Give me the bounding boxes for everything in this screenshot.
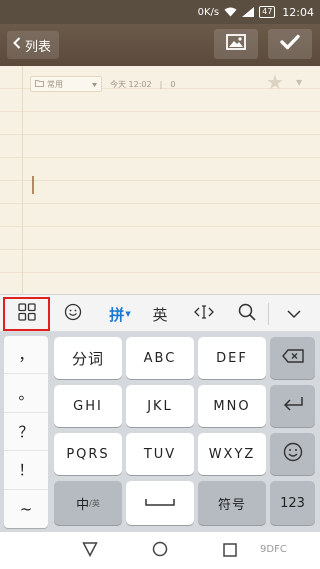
caret-down-icon: ▼	[125, 310, 131, 318]
word-count: 0	[170, 79, 176, 89]
emoji-button[interactable]	[54, 295, 92, 333]
enter-key[interactable]	[270, 385, 315, 427]
collapse-icon	[287, 305, 301, 323]
symbol-key-exclaim[interactable]: ！	[4, 451, 48, 490]
symbol-column: ， 。 ？ ！ ~	[4, 336, 48, 528]
key-mno[interactable]: MNO	[198, 385, 266, 427]
english-label: 英	[152, 305, 168, 324]
save-button[interactable]	[268, 29, 312, 59]
insert-image-button[interactable]	[214, 29, 258, 59]
triangle-back-icon	[82, 541, 98, 561]
key-ghi[interactable]: GHI	[54, 385, 122, 427]
space-icon	[145, 496, 175, 511]
options-chevron-icon[interactable]: ▼	[296, 78, 302, 87]
key-jkl[interactable]: JKL	[126, 385, 194, 427]
backspace-icon	[281, 349, 304, 367]
chevron-left-icon	[13, 37, 21, 53]
ime-toolbar: 拼 ▼ 英	[0, 294, 320, 332]
backspace-key[interactable]	[270, 337, 315, 379]
emoji-icon	[64, 303, 82, 325]
key-abc[interactable]: ABC	[126, 337, 194, 379]
english-mode-button[interactable]: 英	[142, 295, 178, 333]
category-select[interactable]: 常用	[30, 76, 102, 92]
folder-icon	[35, 79, 44, 89]
image-icon	[226, 34, 246, 54]
cursor-control-button[interactable]	[184, 295, 224, 333]
checkmark-icon	[280, 34, 300, 54]
signal-icon	[242, 7, 255, 17]
enter-icon	[282, 396, 304, 416]
nav-recents-button[interactable]	[215, 538, 245, 564]
cursor-icon	[194, 304, 214, 324]
toolbar-divider	[268, 303, 269, 325]
nav-back-button[interactable]	[75, 538, 105, 564]
watermark: 9DFC	[260, 544, 287, 555]
note-editor[interactable]: 常用 今天 12:02 | 0 ★ ▼	[0, 66, 320, 294]
key-pqrs[interactable]: PQRS	[54, 433, 122, 475]
symbol-key-tilde[interactable]: ~	[4, 490, 48, 528]
back-to-list-button[interactable]: 列表	[7, 31, 60, 59]
battery-indicator: 47	[259, 6, 276, 18]
number-key[interactable]: 123	[270, 481, 315, 525]
grid-menu-icon	[17, 303, 36, 325]
category-label: 常用	[47, 79, 63, 89]
zh-label: 中	[76, 497, 90, 513]
nav-home-button[interactable]	[145, 538, 175, 564]
note-meta: 常用 今天 12:02 | 0	[30, 76, 175, 92]
zh-en-switch-key[interactable]: 中/英	[54, 481, 122, 525]
wifi-icon	[224, 7, 237, 17]
smiley-icon	[283, 442, 303, 466]
grid-menu-button[interactable]	[3, 297, 50, 331]
note-date: 今天 12:02	[110, 79, 152, 89]
clock: 12:04	[282, 5, 314, 19]
t9-keyboard: ， 。 ？ ！ ~ 分词 ABC DEF GHI JKL MNO PQRS TU…	[0, 332, 320, 532]
status-bar: 0K/s 47 12:04	[0, 0, 320, 24]
system-nav-bar: 9DFC	[0, 532, 320, 569]
margin-line	[22, 66, 23, 294]
network-speed: 0K/s	[197, 6, 220, 18]
en-label: /英	[89, 498, 100, 508]
search-icon	[238, 303, 256, 325]
symbol-key-question[interactable]: ？	[4, 413, 48, 452]
text-cursor	[32, 176, 34, 194]
pinyin-label: 拼	[109, 305, 125, 324]
app-header: 列表	[0, 24, 320, 66]
square-recents-icon	[223, 542, 237, 561]
key-def[interactable]: DEF	[198, 337, 266, 379]
space-key[interactable]	[126, 481, 194, 525]
search-button[interactable]	[228, 295, 266, 333]
meta-divider: |	[159, 79, 163, 89]
home-circle-icon	[152, 541, 168, 561]
chevron-down-icon	[92, 80, 97, 89]
key-fenci[interactable]: 分词	[54, 337, 122, 379]
key-wxyz[interactable]: WXYZ	[198, 433, 266, 475]
collapse-keyboard-button[interactable]	[272, 295, 316, 333]
back-label: 列表	[25, 39, 52, 55]
key-tuv[interactable]: TUV	[126, 433, 194, 475]
symbol-key-period[interactable]: 。	[4, 374, 48, 413]
pinyin-mode-button[interactable]: 拼 ▼	[100, 295, 140, 333]
symbol-key-comma[interactable]: ，	[4, 336, 48, 375]
star-icon[interactable]: ★	[266, 72, 284, 92]
emoji-key[interactable]	[270, 433, 315, 475]
symbol-key[interactable]: 符号	[198, 481, 266, 525]
